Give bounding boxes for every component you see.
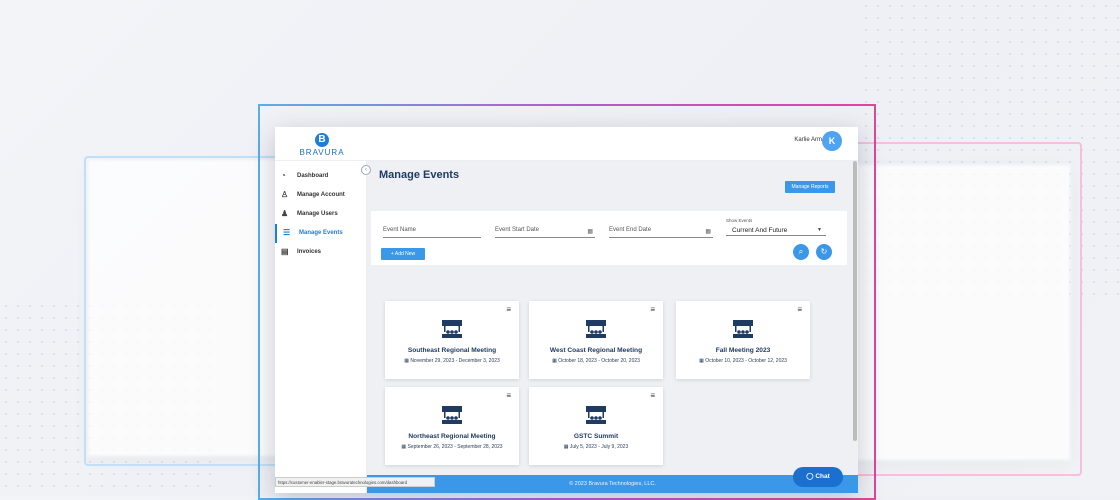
- show-events-label: Show Events: [726, 218, 753, 223]
- search-button[interactable]: ⌕: [793, 244, 809, 260]
- card-menu-icon[interactable]: ≡: [650, 306, 655, 314]
- chat-icon: ◯: [806, 473, 814, 480]
- avatar[interactable]: K: [822, 131, 842, 151]
- event-name[interactable]: West Coast Regional Meeting: [533, 347, 659, 354]
- event-dates: ▦ October 18, 2023 - October 20, 2023: [552, 358, 640, 364]
- sidebar-item-label: Dashboard: [297, 173, 329, 179]
- collapse-sidebar-button[interactable]: ‹: [361, 165, 371, 175]
- event-name[interactable]: Northeast Regional Meeting: [389, 433, 515, 440]
- sidebar: ◔ Dashboard ♙ Manage Account ♟ Manage Us…: [275, 161, 367, 493]
- end-date-field[interactable]: Event End Date ▦: [609, 227, 713, 238]
- card-menu-icon[interactable]: ≡: [797, 306, 802, 314]
- start-date-field[interactable]: Event Start Date ▦: [495, 227, 595, 238]
- event-date-text: October 18, 2023 - October 20, 2023: [558, 358, 640, 364]
- dashboard-icon: ◔: [281, 171, 286, 180]
- sidebar-item-dashboard[interactable]: ◔ Dashboard: [275, 167, 366, 186]
- chat-label: Chat: [815, 473, 830, 480]
- event-card[interactable]: ≡ Fall Meeting 2023 ▦ October 10, 2023 -…: [676, 301, 810, 379]
- event-name[interactable]: Fall Meeting 2023: [680, 347, 806, 354]
- sidebar-item-label: Manage Users: [297, 211, 338, 217]
- chat-button[interactable]: ◯ Chat: [793, 467, 843, 487]
- event-card[interactable]: ≡ GSTC Summit ▦ July 5, 2023 - July 9, 2…: [529, 387, 663, 465]
- sidebar-item-invoices[interactable]: ▤ Invoices: [275, 243, 366, 262]
- event-dates: ▦ September 26, 2023 - September 28, 202…: [401, 444, 503, 450]
- card-menu-icon[interactable]: ≡: [506, 306, 511, 314]
- event-icon: [586, 406, 606, 424]
- brand-logo[interactable]: B BRAVURA: [299, 133, 345, 157]
- scrollbar[interactable]: [853, 161, 857, 441]
- event-dates: ▦ October 10, 2023 - October 12, 2023: [699, 358, 787, 364]
- chevron-left-icon: ‹: [365, 167, 367, 173]
- event-dates: ▦ July 5, 2023 - July 9, 2023: [563, 444, 629, 450]
- event-date-text: November 29, 2023 - December 3, 2023: [410, 358, 500, 364]
- sidebar-item-manage-events[interactable]: ☰ Manage Events: [275, 224, 366, 243]
- page-title: Manage Events: [379, 169, 460, 181]
- chevron-down-icon: ▼: [817, 227, 822, 233]
- start-date-placeholder: Event Start Date: [495, 227, 540, 233]
- search-icon: ⌕: [798, 247, 804, 256]
- filter-panel: Event Name Event Start Date ▦ Event End …: [371, 211, 847, 265]
- event-date-text: July 5, 2023 - July 9, 2023: [569, 444, 629, 450]
- card-menu-icon[interactable]: ≡: [506, 392, 511, 400]
- users-icon: ♟: [281, 209, 289, 218]
- event-name-field[interactable]: Event Name: [383, 227, 481, 238]
- event-icon: [442, 320, 462, 338]
- event-icon: [586, 320, 606, 338]
- show-events-select[interactable]: Current And Future ▼: [726, 225, 826, 236]
- sidebar-item-manage-users[interactable]: ♟ Manage Users: [275, 205, 366, 224]
- card-menu-icon[interactable]: ≡: [650, 392, 655, 400]
- user-name: Karlie Arm: [794, 137, 822, 143]
- top-bar: B BRAVURA Karlie Arm K: [275, 127, 858, 161]
- refresh-icon: ↻: [820, 247, 828, 256]
- sidebar-item-manage-account[interactable]: ♙ Manage Account: [275, 186, 366, 205]
- event-dates: ▦ November 29, 2023 - December 3, 2023: [404, 358, 500, 364]
- event-card[interactable]: ≡ Northeast Regional Meeting ▦ September…: [385, 387, 519, 465]
- manage-reports-button[interactable]: Manage Reports: [785, 181, 835, 193]
- event-date-text: October 10, 2023 - October 12, 2023: [705, 358, 787, 364]
- event-name-placeholder: Event Name: [383, 227, 417, 233]
- document-icon: ▤: [281, 247, 289, 256]
- calendar-icon[interactable]: ▦: [587, 228, 593, 235]
- event-name[interactable]: GSTC Summit: [533, 433, 659, 440]
- sidebar-item-label: Invoices: [297, 249, 322, 255]
- sidebar-item-label: Manage Events: [299, 230, 343, 236]
- event-date-text: September 26, 2023 - September 28, 2023: [407, 444, 503, 450]
- event-card[interactable]: ≡ Southeast Regional Meeting ▦ November …: [385, 301, 519, 379]
- end-date-placeholder: Event End Date: [609, 227, 652, 233]
- user-icon: ♙: [281, 190, 289, 199]
- event-card[interactable]: ≡ West Coast Regional Meeting ▦ October …: [529, 301, 663, 379]
- event-name[interactable]: Southeast Regional Meeting: [389, 347, 515, 354]
- add-new-button[interactable]: + Add New: [381, 248, 425, 260]
- show-events-value: Current And Future: [732, 227, 788, 234]
- reset-button[interactable]: ↻: [816, 244, 832, 260]
- logo-mark: B: [315, 133, 329, 147]
- footer: © 2023 Bravura Technologies, LLC.: [367, 475, 858, 493]
- background-frame-pink: [846, 142, 1082, 476]
- main-content: Manage Events Manage Reports Event Name …: [367, 161, 858, 493]
- list-icon: ☰: [283, 228, 291, 237]
- event-icon: [733, 320, 753, 338]
- sidebar-item-label: Manage Account: [297, 192, 345, 198]
- status-url: https://customer-enabler-stage.bravurate…: [275, 477, 435, 487]
- event-icon: [442, 406, 462, 424]
- calendar-icon[interactable]: ▦: [705, 228, 711, 235]
- app-window: B BRAVURA Karlie Arm K ◔ Dashboard ♙ Man…: [275, 127, 858, 493]
- brand-name: BRAVURA: [299, 148, 345, 157]
